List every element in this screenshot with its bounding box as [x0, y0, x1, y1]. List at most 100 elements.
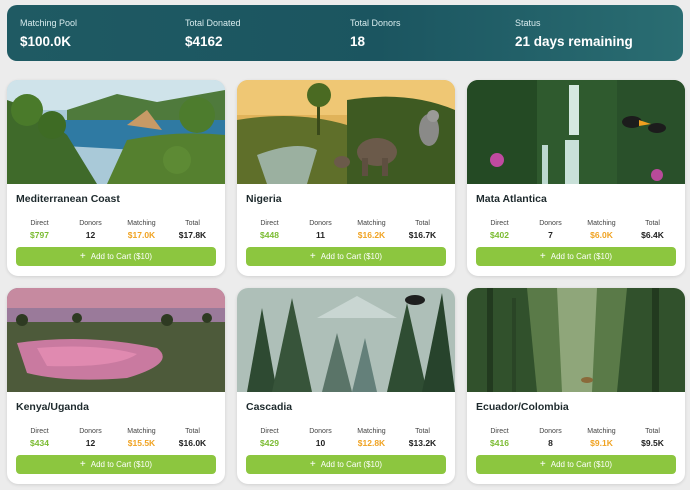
total-value: $16.0K: [178, 438, 207, 448]
project-metrics: Direct $402 Donors 7 Matching $6.0K Total $6…: [474, 219, 678, 242]
add-to-cart-label: Add to Cart ($10): [90, 460, 153, 469]
stat-label: Status: [515, 18, 541, 28]
donors-label: Donors: [79, 220, 102, 227]
donors-label: Donors: [79, 428, 102, 435]
matching-label: Matching: [127, 220, 156, 227]
direct-label: Direct: [260, 428, 279, 435]
direct-value: $429: [260, 438, 279, 448]
direct-label: Direct: [260, 220, 279, 227]
donors-label: Donors: [309, 428, 332, 435]
donors-label: Donors: [309, 220, 332, 227]
add-to-cart-button[interactable]: + Add to Cart ($10): [16, 247, 216, 266]
stat-status: Status 21 days remaining: [515, 17, 680, 61]
total-label: Total: [415, 428, 430, 435]
project-card: Mediterranean Coast Direct $797 Donors 12 …: [7, 80, 225, 276]
total-label: Total: [645, 428, 660, 435]
total-value: $17.8K: [178, 230, 207, 240]
direct-value: $448: [260, 230, 279, 240]
project-metrics: Direct $429 Donors 10 Matching $12.8K Total…: [244, 427, 448, 450]
matching-value: $12.8K: [357, 438, 386, 448]
matching-value: $15.5K: [127, 438, 156, 448]
matching-label: Matching: [127, 428, 156, 435]
stat-value: $4162: [185, 34, 223, 49]
project-card: Cascadia Direct $429 Donors 10 Matching $12…: [237, 288, 455, 484]
total-label: Total: [185, 428, 200, 435]
stats-banner: Matching Pool $100.0K Total Donated $416…: [7, 5, 683, 61]
donors-value: 12: [85, 230, 96, 240]
matching-label: Matching: [587, 428, 616, 435]
direct-value: $434: [30, 438, 49, 448]
matching-value: $9.1K: [590, 438, 613, 448]
matching-value: $17.0K: [127, 230, 156, 240]
project-image-nigeria: [237, 80, 455, 184]
project-card: Nigeria Direct $448 Donors 11 Matching $16.…: [237, 80, 455, 276]
plus-icon: +: [539, 250, 546, 262]
total-label: Total: [185, 220, 200, 227]
project-image-mata-atlantica: [467, 80, 685, 184]
direct-value: $797: [30, 230, 49, 240]
project-metrics: Direct $797 Donors 12 Matching $17.0K Total…: [14, 219, 218, 242]
total-value: $9.5K: [641, 438, 664, 448]
stat-value: 18: [350, 34, 366, 49]
stat-matching-pool: Matching Pool $100.0K: [20, 17, 185, 61]
add-to-cart-button[interactable]: + Add to Cart ($10): [476, 455, 676, 474]
project-image-cascadia: [237, 288, 455, 392]
direct-value: $402: [490, 230, 509, 240]
direct-label: Direct: [490, 220, 509, 227]
donors-value: 10: [315, 438, 326, 448]
direct-label: Direct: [30, 428, 49, 435]
project-title: Mediterranean Coast: [16, 193, 120, 205]
plus-icon: +: [79, 458, 86, 470]
donors-value: 12: [85, 438, 96, 448]
total-value: $6.4K: [641, 230, 664, 240]
project-title: Ecuador/Colombia: [476, 401, 569, 413]
direct-value: $416: [490, 438, 509, 448]
add-to-cart-button[interactable]: + Add to Cart ($10): [246, 455, 446, 474]
project-title: Mata Atlantica: [476, 193, 547, 205]
project-image-mediterranean: [7, 80, 225, 184]
project-image-kenya-uganda: [7, 288, 225, 392]
add-to-cart-label: Add to Cart ($10): [550, 252, 613, 261]
plus-icon: +: [79, 250, 86, 262]
project-title: Kenya/Uganda: [16, 401, 89, 413]
project-card: Ecuador/Colombia Direct $416 Donors 8 Matc…: [467, 288, 685, 484]
add-to-cart-button[interactable]: + Add to Cart ($10): [16, 455, 216, 474]
total-label: Total: [645, 220, 660, 227]
add-to-cart-button[interactable]: + Add to Cart ($10): [246, 247, 446, 266]
add-to-cart-button[interactable]: + Add to Cart ($10): [476, 247, 676, 266]
donors-value: 7: [548, 230, 553, 240]
matching-label: Matching: [587, 220, 616, 227]
stat-total-donors: Total Donors 18: [350, 17, 515, 61]
total-value: $13.2K: [408, 438, 437, 448]
matching-label: Matching: [357, 220, 386, 227]
total-value: $16.7K: [408, 230, 437, 240]
add-to-cart-label: Add to Cart ($10): [320, 252, 383, 261]
project-image-ecuador-colombia: [467, 288, 685, 392]
plus-icon: +: [539, 458, 546, 470]
direct-label: Direct: [490, 428, 509, 435]
project-card: Kenya/Uganda Direct $434 Donors 12 Matchin…: [7, 288, 225, 484]
project-card: Mata Atlantica Direct $402 Donors 7 Matchi…: [467, 80, 685, 276]
stat-value: $100.0K: [20, 34, 72, 49]
donors-value: 11: [316, 230, 325, 240]
donors-value: 8: [548, 438, 553, 448]
stat-label: Total Donors: [350, 18, 401, 28]
donors-label: Donors: [539, 428, 562, 435]
matching-value: $16.2K: [357, 230, 386, 240]
project-metrics: Direct $416 Donors 8 Matching $9.1K Total $9…: [474, 427, 678, 450]
add-to-cart-label: Add to Cart ($10): [550, 460, 613, 469]
stat-value: 21 days remaining: [515, 34, 633, 49]
add-to-cart-label: Add to Cart ($10): [90, 252, 153, 261]
project-title: Nigeria: [246, 193, 282, 205]
plus-icon: +: [309, 458, 316, 470]
stat-total-donated: Total Donated $4162: [185, 17, 350, 61]
project-metrics: Direct $434 Donors 12 Matching $15.5K Total…: [14, 427, 218, 450]
add-to-cart-label: Add to Cart ($10): [320, 460, 383, 469]
stat-label: Matching Pool: [20, 18, 78, 28]
matching-label: Matching: [357, 428, 386, 435]
plus-icon: +: [309, 250, 316, 262]
project-metrics: Direct $448 Donors 11 Matching $16.2K Total…: [244, 219, 448, 242]
direct-label: Direct: [30, 220, 49, 227]
matching-value: $6.0K: [590, 230, 613, 240]
project-title: Cascadia: [246, 401, 293, 413]
